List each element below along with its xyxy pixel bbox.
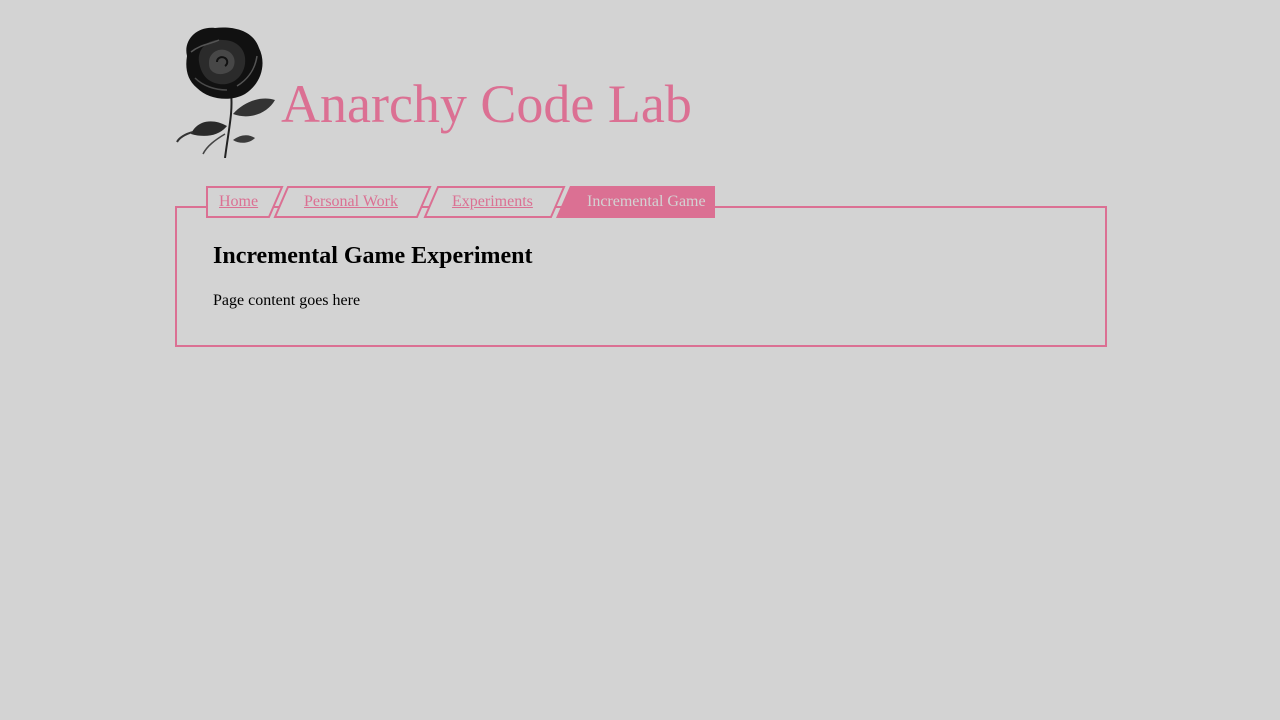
content-panel: Incremental Game Experiment Page content… [175,206,1107,347]
page: Anarchy Code Lab Incremental Game Experi… [0,0,1280,720]
site-title: Anarchy Code Lab [281,74,692,134]
page-body-text: Page content goes here [213,292,361,309]
tab-experiments-label[interactable]: Experiments [452,193,533,211]
site-header: Anarchy Code Lab [175,22,775,159]
tab-personal-work-label[interactable]: Personal Work [304,193,398,211]
tab-incremental-game[interactable]: Incremental Game [556,186,716,218]
tab-personal-work[interactable]: Personal Work [273,186,432,218]
rose-icon [175,22,279,159]
nav-tabs: Home Personal Work Experiments Increment… [0,186,1280,218]
tab-incremental-game-label[interactable]: Incremental Game [587,193,706,211]
tab-experiments[interactable]: Experiments [423,186,566,218]
page-heading: Incremental Game Experiment [213,243,533,269]
tab-home[interactable]: Home [206,186,284,218]
tab-home-label[interactable]: Home [219,193,258,211]
